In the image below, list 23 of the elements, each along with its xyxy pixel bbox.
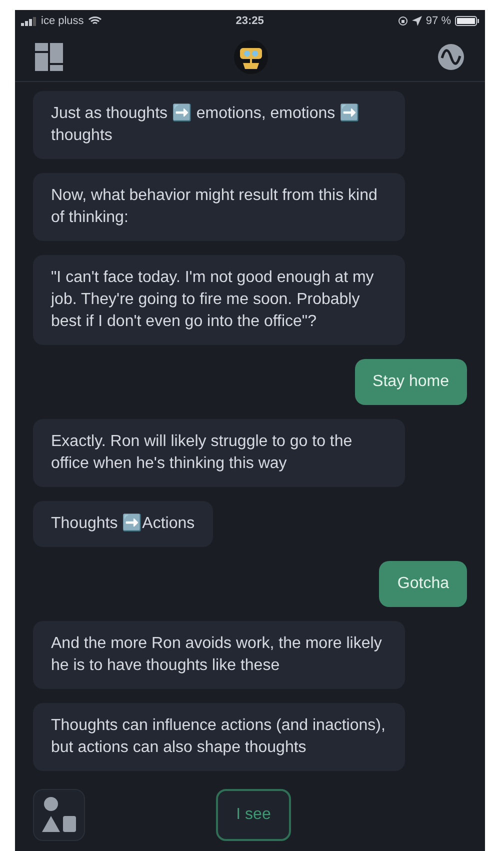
carrier-name: ice pluss <box>41 14 84 29</box>
reply-button[interactable]: I see <box>216 789 291 841</box>
shapes-icon <box>42 796 76 834</box>
bot-message-bubble: Thoughts can influence actions (and inactions), but actions can also shape thoughts <box>33 703 405 771</box>
dashboard-icon[interactable] <box>35 42 65 70</box>
bot-message-bubble: And the more Ron avoids work, the more likely he is to have thoughts like these <box>33 621 405 689</box>
robot-icon <box>234 40 268 74</box>
bot-message-bubble: Now, what behavior might result from this kind of thinking: <box>33 173 405 241</box>
signal-icon <box>21 16 37 26</box>
user-message-bubble: Stay home <box>354 359 467 405</box>
clock-time: 23:25 <box>236 14 264 29</box>
bot-message-bubble: Exactly. Ron will likely struggle to go to the office when he's thinking this way <box>33 419 405 487</box>
lock-rotation-icon <box>398 16 408 26</box>
user-message-bubble: Gotcha <box>379 561 467 607</box>
wifi-icon <box>88 16 102 26</box>
bot-message-bubble: Just as thoughts ➡ emotions, emotions ➡ thoughts <box>33 91 405 159</box>
battery-percentage: 97 % <box>426 14 451 29</box>
waveform-icon[interactable] <box>437 42 465 70</box>
attachments-button[interactable] <box>33 789 85 841</box>
bot-message-bubble: Thoughts ➡Actions <box>33 501 213 547</box>
battery-icon <box>454 16 479 26</box>
location-arrow-icon <box>412 16 422 26</box>
bot-message-bubble: "I can't face today. I'm not good enough at my job. They're going to fire me soon. Probably best if I don't even go into the office"? <box>33 255 405 345</box>
